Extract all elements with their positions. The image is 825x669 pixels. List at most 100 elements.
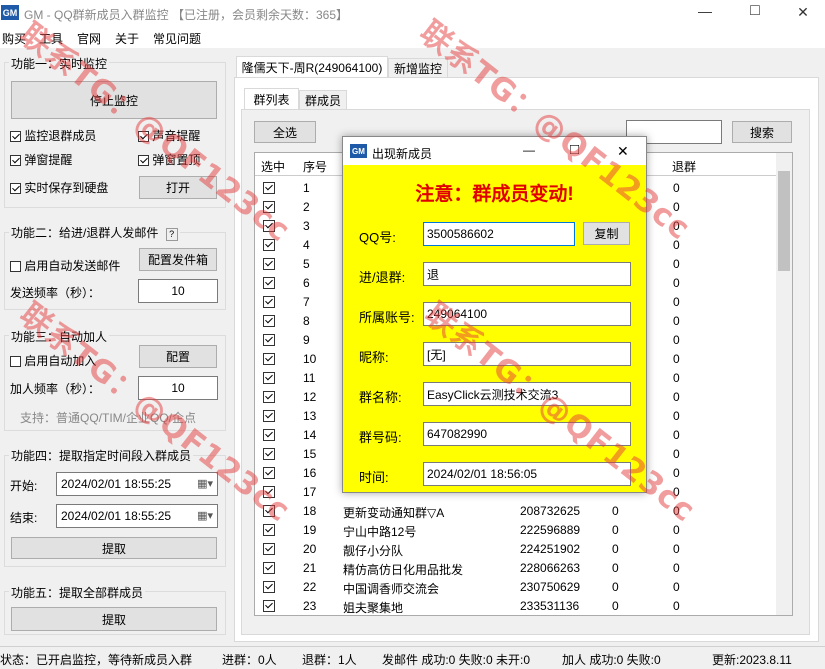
checkbox-monitor-quit[interactable] bbox=[10, 131, 21, 143]
check-auto-mail[interactable]: 启用自动发送邮件 bbox=[10, 257, 120, 274]
row-quit-count: 0 bbox=[673, 542, 680, 556]
field-value-time[interactable]: 2024/02/01 18:56:05 bbox=[423, 462, 631, 486]
status-mail: 发邮件 成功:0 失败:0 未开:0 bbox=[382, 653, 531, 667]
row-group-name: 姐夫聚集地 bbox=[343, 601, 404, 615]
stop-monitor-button[interactable]: 停止监控 bbox=[11, 81, 217, 119]
check-monitor-quit[interactable]: 监控退群成员 bbox=[10, 127, 96, 144]
dialog-minimize-button[interactable]: — bbox=[523, 143, 535, 157]
row-checkbox[interactable] bbox=[263, 220, 275, 232]
row-checkbox[interactable] bbox=[263, 372, 275, 384]
field-label-group-id: 群号码: bbox=[359, 430, 402, 445]
row-checkbox[interactable] bbox=[263, 448, 275, 460]
field-value-account[interactable]: 249064100 bbox=[423, 302, 631, 326]
select-all-button[interactable]: 全选 bbox=[254, 121, 316, 143]
mail-freq-input[interactable]: 10 bbox=[138, 279, 218, 303]
check-sound[interactable]: 声音提醒 bbox=[138, 127, 200, 144]
dialog-logo-icon: GM bbox=[350, 144, 367, 158]
check-auto-add[interactable]: 启用自动加入 bbox=[10, 352, 96, 369]
menu-faq[interactable]: 常见问题 bbox=[153, 30, 201, 47]
row-checkbox[interactable] bbox=[263, 581, 275, 593]
calendar-icon[interactable]: ▦▾ bbox=[197, 509, 213, 522]
row-quit-count: 0 bbox=[673, 352, 680, 366]
row-checkbox[interactable] bbox=[263, 391, 275, 403]
checkbox-auto-mail[interactable] bbox=[10, 261, 21, 273]
row-checkbox[interactable] bbox=[263, 562, 275, 574]
row-checkbox[interactable] bbox=[263, 505, 275, 517]
checkbox-popup[interactable] bbox=[10, 155, 21, 167]
extract-period-button[interactable]: 提取 bbox=[11, 537, 217, 559]
row-checkbox[interactable] bbox=[263, 429, 275, 441]
field-value-join-quit[interactable]: 退 bbox=[423, 262, 631, 286]
add-freq-input[interactable]: 10 bbox=[138, 376, 218, 400]
header-quit[interactable]: 退群 bbox=[672, 158, 696, 175]
row-checkbox[interactable] bbox=[263, 600, 275, 612]
minimize-button[interactable]: — bbox=[690, 3, 720, 19]
vertical-scrollbar[interactable] bbox=[776, 153, 792, 615]
copy-button[interactable]: 复制 bbox=[583, 222, 630, 245]
dialog-close-button[interactable]: ✕ bbox=[617, 143, 629, 160]
tab-add-monitor[interactable]: 新增监控 bbox=[388, 58, 448, 78]
check-popup-top[interactable]: 弹窗置顶 bbox=[138, 151, 200, 168]
dialog-maximize-button[interactable]: □ bbox=[570, 141, 579, 158]
row-no: 15 bbox=[303, 447, 317, 461]
table-row[interactable]: 18 更新变动通知群▽A 208732625 0 0 bbox=[255, 502, 791, 521]
table-row[interactable]: 20 靓仔小分队 224251902 0 0 bbox=[255, 540, 791, 559]
field-value-group-name[interactable]: EasyClick云测技术交流3 bbox=[423, 382, 631, 406]
tab-group-list[interactable]: 群列表 bbox=[244, 88, 299, 110]
extract-all-button[interactable]: 提取 bbox=[11, 607, 217, 631]
checkbox-auto-add[interactable] bbox=[10, 356, 21, 368]
help-icon[interactable]: ? bbox=[165, 228, 178, 241]
menu-buy[interactable]: 购买 bbox=[2, 30, 26, 47]
row-checkbox[interactable] bbox=[263, 296, 275, 308]
row-quit-count: 0 bbox=[673, 561, 680, 575]
row-checkbox[interactable] bbox=[263, 182, 275, 194]
close-button[interactable]: ✕ bbox=[788, 4, 818, 21]
table-row[interactable]: 23 姐夫聚集地 233531136 0 0 bbox=[255, 597, 791, 615]
menu-tools[interactable]: 工具 bbox=[39, 30, 63, 47]
menu-about[interactable]: 关于 bbox=[115, 30, 139, 47]
row-checkbox[interactable] bbox=[263, 239, 275, 251]
field-value-group-id[interactable]: 647082990 bbox=[423, 422, 631, 446]
table-row[interactable]: 19 宁山中路12号 222596889 0 0 bbox=[255, 521, 791, 540]
table-row[interactable]: 21 精仿高仿日化用品批发 228066263 0 0 bbox=[255, 559, 791, 578]
row-checkbox[interactable] bbox=[263, 467, 275, 479]
checkbox-popup-top[interactable] bbox=[138, 155, 149, 167]
row-no: 19 bbox=[303, 523, 317, 537]
row-checkbox[interactable] bbox=[263, 410, 275, 422]
row-checkbox[interactable] bbox=[263, 277, 275, 289]
menu-website[interactable]: 官网 bbox=[77, 30, 101, 47]
row-group-id: 230750629 bbox=[520, 580, 581, 594]
row-checkbox[interactable] bbox=[263, 334, 275, 346]
row-checkbox[interactable] bbox=[263, 258, 275, 270]
row-quit-count: 0 bbox=[673, 295, 680, 309]
tab-group-account[interactable]: 隆儒天下-周R(249064100) bbox=[236, 56, 388, 78]
config-mail-button[interactable]: 配置发件箱 bbox=[139, 248, 217, 271]
search-button[interactable]: 搜索 bbox=[732, 121, 792, 143]
row-no: 23 bbox=[303, 599, 317, 613]
maximize-button[interactable]: □ bbox=[740, 2, 770, 20]
scrollbar-thumb[interactable] bbox=[778, 171, 790, 271]
start-datetime-picker[interactable]: 2024/02/01 18:55:25 ▦▾ bbox=[56, 472, 218, 496]
header-select[interactable]: 选中 bbox=[261, 158, 285, 175]
config-add-button[interactable]: 配置 bbox=[139, 345, 217, 368]
row-checkbox[interactable] bbox=[263, 315, 275, 327]
check-save-disk[interactable]: 实时保存到硬盘 bbox=[10, 179, 108, 196]
checkbox-sound[interactable] bbox=[138, 131, 149, 143]
func1-title: 功能一：实时监控 bbox=[9, 55, 110, 72]
row-group-name: 精仿高仿日化用品批发 bbox=[343, 563, 464, 577]
row-checkbox[interactable] bbox=[263, 524, 275, 536]
row-checkbox[interactable] bbox=[263, 486, 275, 498]
field-value-nickname[interactable]: [无] bbox=[423, 342, 631, 366]
table-row[interactable]: 22 中国调香师交流会 230750629 0 0 bbox=[255, 578, 791, 597]
calendar-icon[interactable]: ▦▾ bbox=[197, 477, 213, 490]
checkbox-save-disk[interactable] bbox=[10, 183, 21, 195]
header-no[interactable]: 序号 bbox=[303, 158, 327, 175]
tab-group-members[interactable]: 群成员 bbox=[299, 90, 347, 110]
field-value-qq[interactable]: 3500586602 bbox=[423, 222, 575, 246]
open-button[interactable]: 打开 bbox=[139, 176, 217, 199]
row-checkbox[interactable] bbox=[263, 353, 275, 365]
check-popup[interactable]: 弹窗提醒 bbox=[10, 151, 72, 168]
row-checkbox[interactable] bbox=[263, 201, 275, 213]
end-datetime-picker[interactable]: 2024/02/01 18:55:25 ▦▾ bbox=[56, 504, 218, 528]
row-checkbox[interactable] bbox=[263, 543, 275, 555]
